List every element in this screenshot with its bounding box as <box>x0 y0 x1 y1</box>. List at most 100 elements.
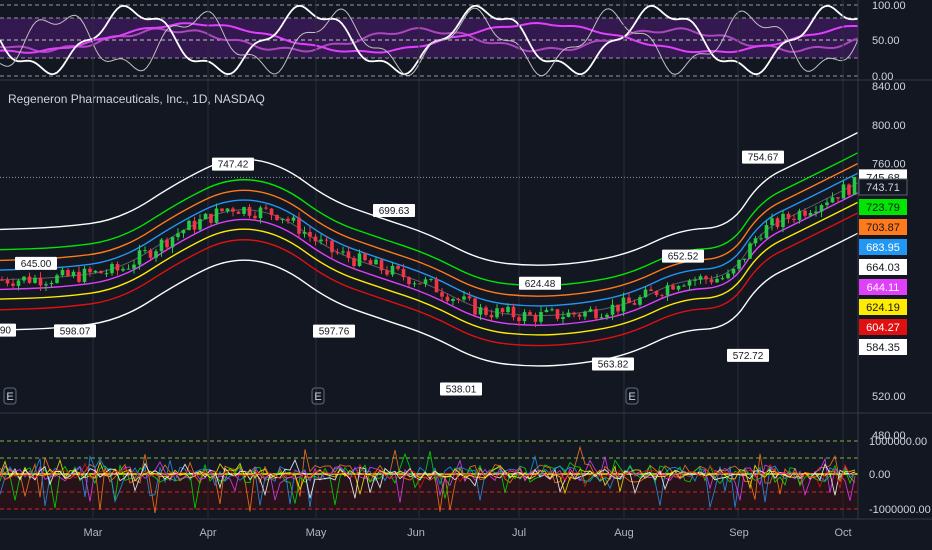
candle-body <box>841 184 846 199</box>
candle-body <box>198 219 202 230</box>
candle-body <box>638 297 642 305</box>
candle-body <box>5 279 10 284</box>
x-tick-label: Oct <box>834 527 851 539</box>
candle-body <box>225 208 230 212</box>
candle-body <box>379 259 384 271</box>
candle-body <box>687 280 692 286</box>
candle-body <box>60 269 65 276</box>
candle-body <box>0 279 4 281</box>
candle-body <box>286 218 290 221</box>
candle-body <box>836 197 840 199</box>
candle-body <box>852 176 857 195</box>
candle-body <box>297 217 301 234</box>
candle-body <box>517 317 521 322</box>
price-tick-label: 800.00 <box>872 120 906 132</box>
candle-body <box>759 238 763 240</box>
candle-body <box>522 312 527 322</box>
candle-body <box>385 270 389 275</box>
x-tick-label: Aug <box>614 527 634 539</box>
price-tick-label: 520.00 <box>872 391 906 403</box>
candle-body <box>231 208 235 212</box>
candle-body <box>93 270 98 273</box>
candle-body <box>533 314 538 322</box>
candle-body <box>181 230 186 234</box>
candle-body <box>308 231 312 237</box>
price-label: 743.71 <box>866 182 900 194</box>
candle-body <box>44 284 48 286</box>
candle-body <box>715 278 719 283</box>
price-label: 723.79 <box>866 202 900 214</box>
candle-body <box>434 278 439 293</box>
candle-body <box>121 268 125 271</box>
candle-body <box>528 312 532 315</box>
candle-body <box>610 304 615 315</box>
marker-label: 645.00 <box>21 259 52 270</box>
candle-body <box>577 314 582 317</box>
candle-body <box>693 279 697 281</box>
marker-label: 747.42 <box>218 160 249 171</box>
candle-body <box>748 243 752 259</box>
volume-tick-label: 0.00 <box>869 469 890 481</box>
candle-body <box>698 276 703 280</box>
candle-body <box>159 239 164 252</box>
marker-label: 754.67 <box>748 153 779 164</box>
marker-label: 598.07 <box>60 326 91 337</box>
candle-body <box>511 306 516 318</box>
candle-body <box>71 271 76 277</box>
candle-body <box>462 296 466 300</box>
candle-body <box>632 303 637 305</box>
candle-body <box>82 268 87 282</box>
candle-body <box>137 250 142 265</box>
candle-body <box>770 218 774 226</box>
candle-body <box>704 276 708 280</box>
marker-label: 652.52 <box>668 252 699 263</box>
candle-body <box>126 268 131 270</box>
candle-body <box>627 297 631 304</box>
candle-body <box>77 271 81 282</box>
candle-body <box>66 269 70 277</box>
candle-body <box>451 299 455 302</box>
candle-body <box>22 276 26 281</box>
volume-tick-label: 1000000.00 <box>869 436 927 448</box>
candle-body <box>269 208 274 215</box>
candle-body <box>99 270 103 274</box>
candle-body <box>731 268 736 274</box>
candle-body <box>324 239 329 241</box>
candle-body <box>456 299 461 301</box>
candle-body <box>291 217 296 221</box>
candle-body <box>407 277 411 285</box>
candle-body <box>302 231 307 234</box>
candle-body <box>445 296 450 302</box>
x-tick-label: Apr <box>199 527 216 539</box>
candle-body <box>429 278 433 280</box>
earnings-icon-letter: E <box>628 391 635 403</box>
candle-body <box>440 292 444 297</box>
candle-body <box>335 252 340 254</box>
candle-body <box>665 285 670 296</box>
candle-body <box>797 210 802 220</box>
candle-body <box>654 290 659 296</box>
candle-body <box>418 283 422 285</box>
candle-body <box>478 307 483 315</box>
candle-body <box>258 207 263 219</box>
candle-body <box>803 210 807 216</box>
candle-body <box>11 283 15 286</box>
candle-body <box>709 279 714 283</box>
candle-body <box>495 308 499 318</box>
marker-label: 563.82 <box>598 360 629 371</box>
candle-body <box>27 276 32 283</box>
candle-body <box>341 251 345 253</box>
candle-body <box>352 258 356 267</box>
chart-canvas[interactable]: 645.00 598.07 747.42 597.76 699.63 538.01 624.… <box>0 0 932 550</box>
earnings-icon-letter: E <box>6 391 13 403</box>
candle-body <box>643 289 648 298</box>
x-tick-label: Mar <box>84 527 103 539</box>
candle-body <box>764 225 769 239</box>
candle-body <box>819 205 824 212</box>
x-tick-label: Sep <box>729 527 749 539</box>
candle-body <box>544 309 549 312</box>
candle-body <box>786 213 791 219</box>
candle-body <box>49 282 54 285</box>
candle-body <box>726 273 730 279</box>
candle-body <box>104 273 109 275</box>
